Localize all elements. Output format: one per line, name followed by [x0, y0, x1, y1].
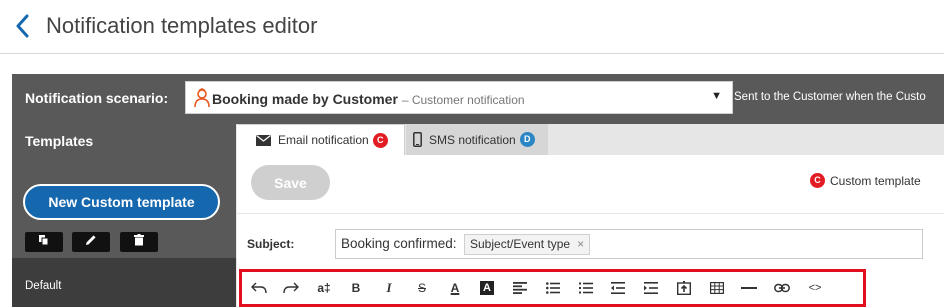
scenario-subtitle: – Customer notification [401, 93, 525, 107]
tab-sms-notification[interactable]: SMS notification D [406, 124, 548, 155]
scenario-select[interactable]: Booking made by Customer – Customer noti… [185, 81, 733, 114]
text-color-icon[interactable]: A [443, 278, 467, 298]
sidebar-item-default[interactable]: Default [12, 258, 236, 307]
link-icon[interactable] [770, 278, 794, 298]
tab-label: Email notification [278, 133, 369, 147]
phone-icon [413, 132, 422, 147]
chevron-left-icon[interactable] [10, 12, 34, 40]
copy-button[interactable] [25, 232, 63, 252]
copy-icon [39, 233, 49, 251]
scenario-label: Notification scenario: [25, 90, 169, 106]
templates-sidebar: Templates New Custom template Default [12, 124, 236, 307]
subject-placeholder-tag: Subject/Event type × [464, 234, 591, 255]
subject-text: Booking confirmed: [341, 236, 457, 251]
indent-icon[interactable] [639, 278, 663, 298]
redo-icon[interactable] [279, 278, 303, 298]
page-title: Notification templates editor [46, 13, 318, 38]
insert-image-icon[interactable] [672, 278, 696, 298]
custom-template-indicator: C Custom template [810, 173, 921, 188]
scenario-name-text: Booking made by Customer [212, 91, 398, 107]
background-color-icon[interactable]: A [475, 278, 499, 298]
formatting-toolbar: a‡ B I S A A <> [239, 269, 866, 307]
page-header: Notification templates editor [0, 0, 944, 54]
undo-icon[interactable] [247, 278, 271, 298]
sidebar-item-label: Default [25, 280, 62, 292]
scenario-bar: Notification scenario: Booking made by C… [12, 74, 944, 124]
person-icon [193, 87, 211, 108]
email-editor-panel: Save C Custom template Subject: Booking … [237, 155, 944, 307]
sidebar-title: Templates [25, 133, 94, 149]
horizontal-rule-icon[interactable] [737, 278, 761, 298]
save-button[interactable]: Save [251, 165, 330, 200]
tag-label: Subject/Event type [470, 237, 571, 251]
subject-label: Subject: [247, 237, 295, 251]
italic-icon[interactable]: I [377, 278, 401, 298]
bold-icon[interactable]: B [344, 278, 368, 298]
table-icon[interactable] [705, 278, 729, 298]
align-icon[interactable] [508, 278, 532, 298]
bullet-list-icon[interactable] [541, 278, 565, 298]
source-code-icon[interactable]: <> [803, 278, 827, 298]
outdent-icon[interactable] [606, 278, 630, 298]
default-badge: D [519, 132, 535, 147]
custom-template-label: Custom template [830, 173, 921, 188]
envelope-icon [256, 134, 271, 146]
tab-email-notification[interactable]: Email notification C [237, 124, 405, 155]
strikethrough-icon[interactable]: S [410, 278, 434, 298]
background-color-label: A [480, 281, 494, 295]
scenario-description: Sent to the Customer when the Custo [734, 91, 926, 103]
tab-strip: Email notification C SMS notification D [237, 124, 944, 155]
numbered-list-icon[interactable] [574, 278, 598, 298]
app-frame: Notification scenario: Booking made by C… [12, 74, 944, 307]
trash-icon [134, 233, 144, 251]
pencil-icon [85, 233, 97, 251]
custom-badge: C [810, 173, 825, 188]
font-size-icon[interactable]: a‡ [312, 278, 336, 298]
divider [237, 213, 944, 214]
subject-input[interactable]: Booking confirmed: Subject/Event type × [335, 229, 923, 259]
dropdown-arrow-icon: ▼ [711, 90, 722, 102]
new-custom-template-button[interactable]: New Custom template [23, 184, 220, 220]
close-icon[interactable]: × [577, 235, 584, 254]
custom-badge: C [372, 132, 388, 148]
delete-button[interactable] [120, 232, 158, 252]
scenario-name: Booking made by Customer – Customer noti… [212, 91, 525, 107]
tab-label: SMS notification [429, 132, 516, 147]
edit-button[interactable] [72, 232, 110, 252]
